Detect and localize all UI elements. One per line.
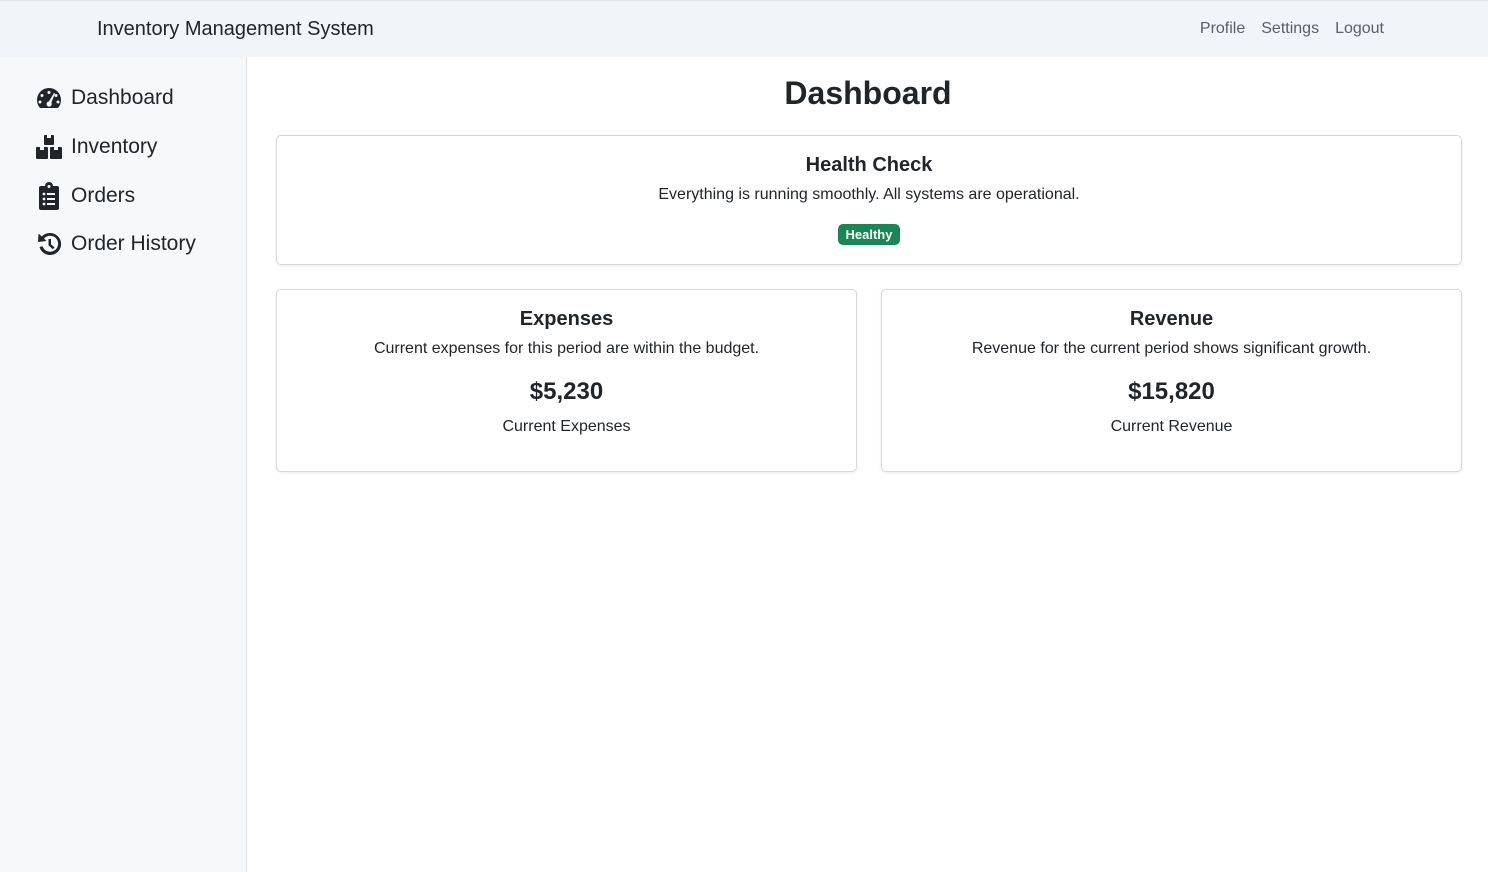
boxes-icon bbox=[34, 132, 64, 162]
sidebar-item-order-history[interactable]: Order History bbox=[34, 229, 196, 259]
revenue-title: Revenue bbox=[1129, 308, 1214, 330]
sidebar-item-label: Orders bbox=[71, 184, 136, 207]
main-content: Dashboard Health Check Everything is run… bbox=[248, 57, 1488, 872]
expenses-title: Expenses bbox=[519, 308, 614, 330]
revenue-text: Revenue for the current period shows sig… bbox=[971, 340, 1372, 357]
profile-link[interactable]: Profile bbox=[1200, 20, 1245, 38]
page-title: Dashboard bbox=[784, 75, 952, 111]
expenses-text: Current expenses for this period are wit… bbox=[373, 340, 760, 357]
gauge-icon bbox=[34, 83, 64, 113]
health-check-text: Everything is running smoothly. All syst… bbox=[658, 186, 1080, 203]
health-check-card: Health Check Everything is running smoot… bbox=[276, 135, 1462, 265]
logout-link[interactable]: Logout bbox=[1335, 20, 1384, 38]
sidebar-item-dashboard[interactable]: Dashboard bbox=[34, 83, 174, 113]
settings-link[interactable]: Settings bbox=[1261, 20, 1319, 38]
status-badge: Healthy bbox=[837, 224, 901, 245]
expenses-card: Expenses Current expenses for this perio… bbox=[276, 289, 857, 472]
sidebar-item-orders[interactable]: Orders bbox=[34, 181, 135, 211]
sidebar-item-label: Order History bbox=[71, 232, 196, 255]
top-navbar: Inventory Management System Profile Sett… bbox=[0, 0, 1488, 57]
brand-title[interactable]: Inventory Management System bbox=[97, 18, 374, 41]
sidebar: Dashboard Inventory Orders Order History bbox=[0, 57, 247, 872]
revenue-amount-label: Current Revenue bbox=[1110, 418, 1233, 435]
expenses-amount: $5,230 bbox=[529, 378, 604, 405]
sidebar-item-label: Inventory bbox=[71, 135, 158, 158]
sidebar-item-label: Dashboard bbox=[71, 86, 174, 109]
health-check-title: Health Check bbox=[805, 154, 933, 176]
expenses-amount-label: Current Expenses bbox=[502, 418, 631, 435]
sidebar-item-inventory[interactable]: Inventory bbox=[34, 132, 157, 162]
clipboard-list-icon bbox=[34, 181, 64, 211]
nav-links: Profile Settings Logout bbox=[1200, 20, 1384, 38]
history-icon bbox=[34, 229, 64, 259]
revenue-amount: $15,820 bbox=[1128, 378, 1215, 405]
revenue-card: Revenue Revenue for the current period s… bbox=[881, 289, 1462, 472]
